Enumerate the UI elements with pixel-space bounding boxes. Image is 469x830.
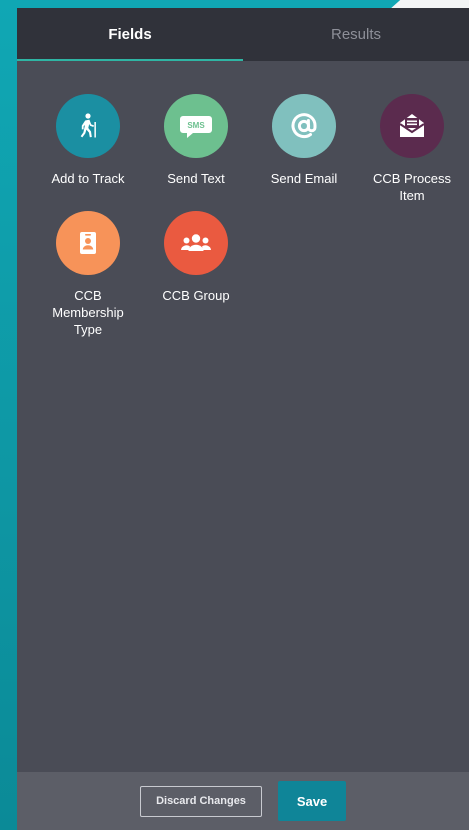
save-button[interactable]: Save — [278, 781, 346, 821]
action-ccb-membership-type[interactable]: CCB Membership Type — [34, 211, 142, 338]
tab-bar: Fields Results — [17, 8, 469, 61]
at-sign-icon — [291, 113, 317, 139]
action-add-to-track[interactable]: Add to Track — [34, 94, 142, 187]
panel-footer: Discard Changes Save — [17, 772, 469, 830]
side-panel: Fields Results Add to Track SMS Send Tex… — [17, 8, 469, 830]
sms-icon: SMS — [180, 116, 212, 138]
action-icon-circle — [56, 94, 120, 158]
envelope-open-icon — [399, 114, 425, 137]
tab-results-label: Results — [330, 26, 382, 43]
action-icon-circle — [56, 211, 120, 275]
action-label: CCB Process Item — [372, 171, 452, 203]
action-label: Send Email — [270, 171, 338, 186]
action-label: Send Text — [167, 171, 225, 186]
action-label: CCB Group — [162, 288, 230, 303]
action-ccb-process-item[interactable]: CCB Process Item — [358, 94, 466, 204]
hiker-icon — [80, 113, 96, 138]
action-icon-circle — [164, 211, 228, 275]
discard-changes-button[interactable]: Discard Changes — [140, 785, 262, 817]
id-badge-icon — [80, 232, 96, 254]
action-label: CCB Membership Type — [52, 288, 124, 337]
group-icon — [181, 234, 211, 251]
action-send-email[interactable]: Send Email — [250, 94, 358, 187]
action-ccb-group[interactable]: CCB Group — [142, 211, 250, 304]
tab-fields[interactable]: Fields — [17, 8, 243, 61]
action-send-text[interactable]: SMS Send Text — [142, 94, 250, 187]
action-icon-circle — [380, 94, 444, 158]
action-label: Add to Track — [51, 171, 125, 186]
tab-fields-label: Fields — [108, 26, 152, 43]
sms-icon-text: SMS — [187, 121, 205, 130]
tab-results[interactable]: Results — [243, 8, 469, 61]
action-icon-circle: SMS — [164, 94, 228, 158]
action-icon-circle — [272, 94, 336, 158]
active-tab-indicator — [17, 59, 243, 61]
